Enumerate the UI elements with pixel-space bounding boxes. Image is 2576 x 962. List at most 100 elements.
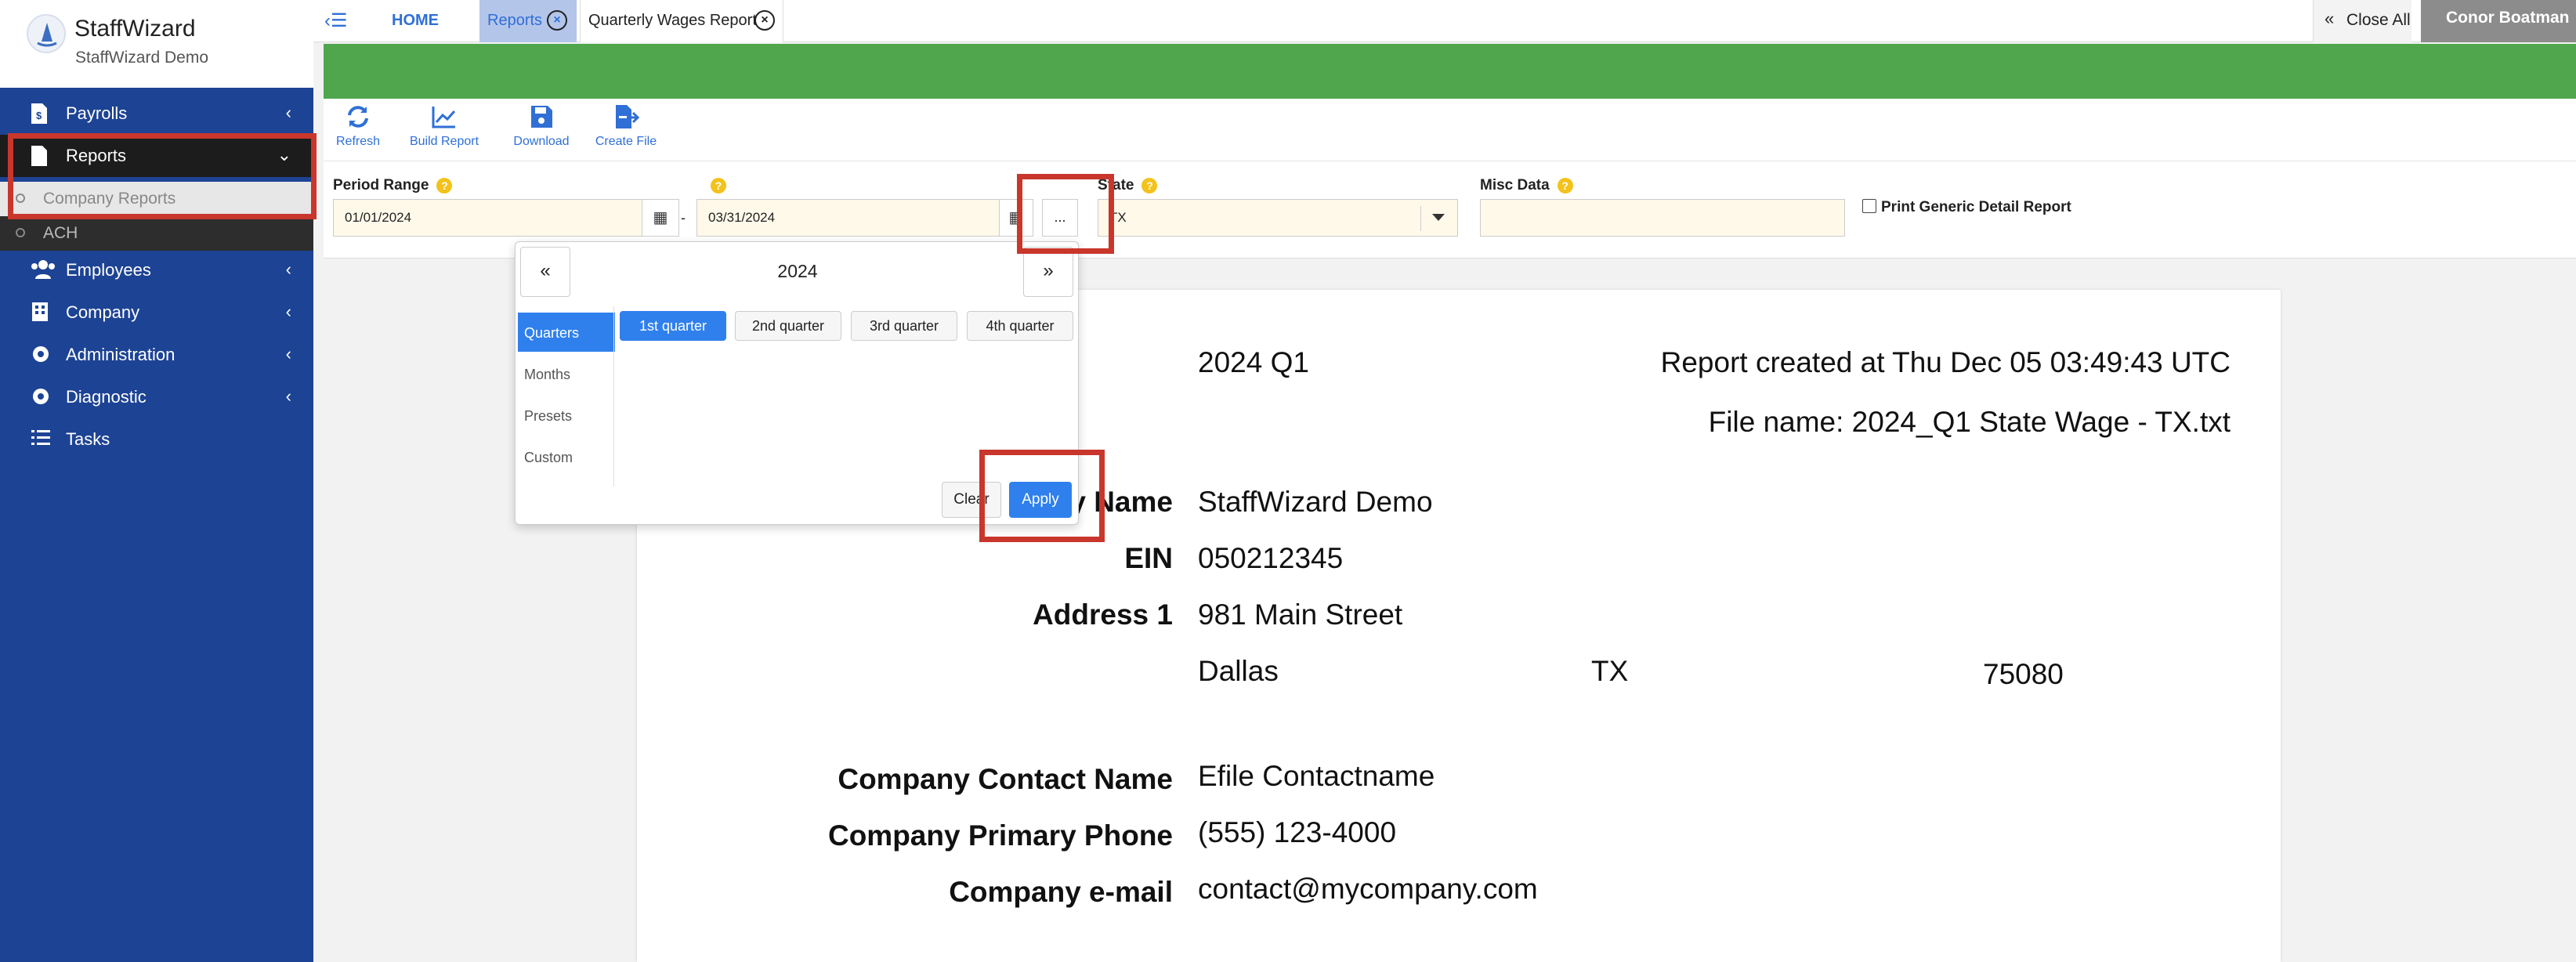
help-icon[interactable]: ? (436, 177, 453, 193)
picker-tab-custom[interactable]: Custom (518, 437, 615, 476)
download-label: Download (513, 135, 570, 148)
tab-quarterly-wages-report[interactable]: Quarterly Wages Report × (580, 0, 783, 42)
email-label: Company e-mail (949, 876, 1173, 908)
sidebar-item-label: Employees (66, 260, 151, 280)
address1-label: Address 1 (1033, 599, 1173, 631)
close-all-button[interactable]: « Close All (2313, 0, 2411, 42)
report-created: Report created at Thu Dec 05 03:49:43 UT… (1660, 346, 2230, 378)
ein-label: EIN (1124, 542, 1173, 574)
sidebar-item-employees[interactable]: Employees ‹ (0, 249, 313, 291)
close-tab-icon[interactable]: × (754, 10, 775, 31)
quarter-3-button[interactable]: 3rd quarter (851, 311, 957, 341)
state-select[interactable]: TX (1098, 199, 1458, 237)
file-export-icon (616, 105, 639, 128)
task-list-icon (30, 428, 55, 451)
period-range-text: Period Range (333, 177, 429, 193)
select-divider (1420, 206, 1421, 231)
top-bar: ‹☰ HOME Reports × Quarterly Wages Report… (313, 0, 2576, 42)
gear-icon (30, 385, 55, 409)
print-generic-checkbox[interactable]: Print Generic Detail Report (1862, 199, 2071, 216)
user-name: Conor Boatman (2446, 9, 2570, 27)
email-value: contact@mycompany.com (1198, 873, 1538, 905)
sidebar-item-diagnostic[interactable]: Diagnostic ‹ (0, 376, 313, 418)
checkbox-icon[interactable] (1862, 199, 1876, 213)
sidebar-subitem-label: ACH (43, 224, 78, 242)
report-toolbar: Refresh Build Report Download Create Fil… (324, 99, 2576, 161)
chevron-left-icon: ‹ (285, 302, 291, 321)
quarter-4-button[interactable]: 4th quarter (967, 311, 1073, 341)
picker-divider (613, 306, 614, 486)
help-icon[interactable]: ? (1557, 177, 1573, 193)
picker-tab-presets[interactable]: Presets (518, 396, 615, 435)
print-generic-label: Print Generic Detail Report (1881, 199, 2071, 215)
calendar-icon[interactable]: ▦ (642, 199, 679, 237)
sidebar-item-label: Administration (66, 345, 175, 364)
build-report-label: Build Report (409, 135, 479, 148)
home-link[interactable]: HOME (392, 12, 439, 30)
status-banner (324, 44, 2576, 99)
next-year-button[interactable]: » (1023, 247, 1073, 297)
chevron-left-icon: ‹ (285, 259, 291, 279)
create-file-label: Create File (595, 135, 657, 148)
sidebar-subitem-ach[interactable]: ACH (0, 216, 313, 251)
highlight-ellipsis-button (1017, 174, 1114, 254)
sidebar-item-administration[interactable]: Administration ‹ (0, 334, 313, 376)
misc-data-input[interactable] (1480, 199, 1845, 237)
user-menu[interactable]: Conor Boatman (2421, 0, 2576, 42)
misc-data-label: Misc Data? (1480, 177, 1573, 194)
help-icon[interactable]: ? (1141, 177, 1158, 193)
brand-header[interactable]: StaffWizard StaffWizard Demo (0, 0, 313, 88)
collapse-menu-icon[interactable]: ‹☰ (324, 9, 348, 32)
picker-tab-months[interactable]: Months (518, 354, 615, 393)
chevron-left-icon: ‹ (285, 344, 291, 363)
chevron-left-icon: ‹ (285, 386, 291, 406)
close-tab-icon[interactable]: × (547, 10, 567, 31)
city-value: Dallas (1198, 655, 1279, 687)
app-logo-icon (27, 14, 66, 53)
period-range-label: Period Range? (333, 177, 453, 194)
users-icon (30, 259, 55, 282)
report-period: 2024 Q1 (1198, 346, 1309, 378)
help-icon[interactable]: ? (711, 177, 726, 193)
tab-reports[interactable]: Reports × (479, 0, 577, 42)
sidebar-item-tasks[interactable]: Tasks (0, 418, 313, 461)
close-all-label: Close All (2346, 11, 2411, 29)
address1-value: 981 Main Street (1198, 599, 1403, 631)
picker-tab-quarters[interactable]: Quarters (518, 313, 615, 352)
double-chevron-left-icon: « (2325, 9, 2335, 28)
refresh-icon (348, 106, 368, 128)
quarter-1-button[interactable]: 1st quarter (620, 311, 726, 341)
quarter-2-button[interactable]: 2nd quarter (735, 311, 841, 341)
sidebar-item-payrolls[interactable]: $ Payrolls ‹ (0, 92, 313, 135)
refresh-label: Refresh (335, 135, 381, 148)
chevron-left-icon: ‹ (285, 103, 291, 122)
ein-value: 050212345 (1198, 542, 1344, 574)
tab-label: Quarterly Wages Report (588, 12, 757, 29)
sidebar-item-label: Tasks (66, 429, 110, 449)
zip-value: 75080 (1983, 658, 2064, 690)
building-icon (30, 301, 55, 324)
contact-name-label: Company Contact Name (838, 763, 1173, 795)
sidebar-item-label: Diagnostic (66, 387, 147, 407)
svg-text:$: $ (36, 110, 42, 121)
highlight-reports-menu (8, 133, 317, 219)
brand-name: StaffWizard (74, 16, 196, 42)
highlight-apply-button (979, 450, 1105, 542)
date-separator: - (681, 210, 686, 226)
sidebar-item-company[interactable]: Company ‹ (0, 291, 313, 334)
end-date-label: ? (703, 177, 726, 194)
tab-label: Reports (487, 12, 543, 29)
create-file-button[interactable]: Create File (587, 103, 665, 149)
end-date-input[interactable]: 03/31/2024 (696, 199, 1018, 237)
refresh-button[interactable]: Refresh (335, 103, 382, 149)
phone-label: Company Primary Phone (827, 819, 1173, 852)
download-button[interactable]: Download (502, 103, 581, 149)
build-report-button[interactable]: Build Report (405, 103, 483, 149)
misc-data-text: Misc Data (1480, 177, 1550, 193)
phone-value: (555) 123-4000 (1198, 816, 1397, 848)
start-date-input[interactable]: 01/01/2024 (333, 199, 643, 237)
report-file-name: File name: 2024_Q1 State Wage - TX.txt (1708, 406, 2230, 438)
bullet-icon (16, 228, 25, 237)
brand-subtitle: StaffWizard Demo (75, 49, 208, 67)
gear-icon (30, 343, 55, 367)
